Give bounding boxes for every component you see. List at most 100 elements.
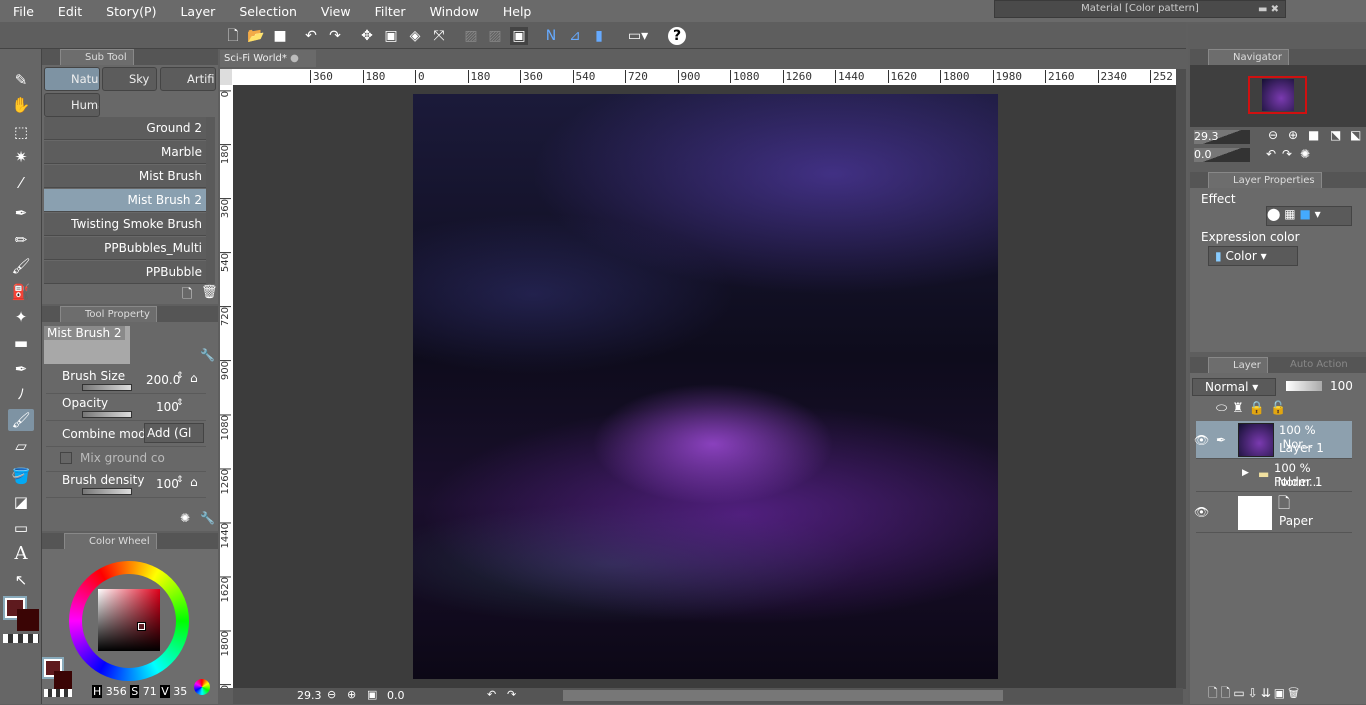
redo-icon[interactable]: ↷ <box>326 27 344 45</box>
brush-icon[interactable]: 🖌 <box>8 255 34 277</box>
menu-edit[interactable]: Edit <box>45 4 93 19</box>
color-space-icon[interactable] <box>194 679 210 695</box>
color-wheel-tab[interactable]: Color Wheel <box>64 533 157 549</box>
operation-icon[interactable]: ↖ <box>8 569 34 591</box>
sub-tool-tab[interactable]: Sub Tool <box>60 49 134 65</box>
deselect-icon[interactable]: ▨ <box>486 27 504 45</box>
mask-icon[interactable]: ▣ <box>1274 686 1288 700</box>
mix-ground-checkbox[interactable] <box>60 452 72 464</box>
layer-opacity-value[interactable]: 100 <box>1330 379 1353 393</box>
brush-item-selected[interactable]: Mist Brush 2 <box>44 189 206 212</box>
zoom-tool-icon[interactable]: ✎ <box>8 69 34 91</box>
layer-opacity-slider[interactable] <box>1286 381 1322 391</box>
lock-icon[interactable]: 🔒 <box>1249 401 1270 416</box>
menu-help[interactable]: Help <box>490 4 543 19</box>
pressure-icon[interactable]: ⌂ <box>190 475 198 489</box>
opacity-slider[interactable] <box>82 411 132 418</box>
reset-icon[interactable]: ✺ <box>180 511 190 525</box>
rotate-right-icon[interactable]: ↷ <box>1282 147 1292 161</box>
menu-view[interactable]: View <box>308 4 362 19</box>
flip-vertical-icon[interactable]: ⬕ <box>1350 128 1361 142</box>
decoration-icon[interactable]: ✦ <box>8 306 34 328</box>
navigator-viewport[interactable] <box>1248 76 1307 114</box>
layer-row-layer-1[interactable]: 👁 ✒ 100 % Nor... Layer 1 <box>1194 421 1352 459</box>
brush-density-slider[interactable] <box>82 488 132 495</box>
zoom-in-icon[interactable]: ⊕ <box>347 688 356 701</box>
new-vector-layer-icon[interactable]: 🗋 <box>1221 686 1234 700</box>
menu-filter[interactable]: Filter <box>362 4 417 19</box>
clip-icon[interactable]: ⬭ <box>1216 401 1232 416</box>
lock-transparency-icon[interactable]: 🔓 <box>1270 401 1291 416</box>
selection-tool-icon[interactable]: ⬚ <box>8 121 34 143</box>
new-folder-icon[interactable]: ▭ <box>1233 686 1247 700</box>
canvas-horizontal-scrollbar[interactable] <box>563 690 1003 701</box>
fill-bucket-icon[interactable]: 🪣 <box>8 465 34 487</box>
paint-brush-icon[interactable]: 🖌 <box>8 409 34 431</box>
merge-down-icon[interactable]: ⇊ <box>1261 686 1274 700</box>
zoom-in-icon[interactable]: ⊕ <box>1288 128 1298 142</box>
navigator-zoom-slider[interactable]: 29.3 <box>1194 130 1250 144</box>
color-picker-handle[interactable] <box>137 622 146 631</box>
layer-tab[interactable]: Layer <box>1208 357 1268 373</box>
eyedropper-icon[interactable]: ⁄ <box>8 172 34 194</box>
brush-item[interactable]: PPBubbles_Multi <box>44 237 206 260</box>
transparent-swatch[interactable] <box>44 689 72 697</box>
category-natural[interactable]: Natura <box>44 67 100 91</box>
category-sky[interactable]: Sky <box>102 67 157 91</box>
menu-file[interactable]: File <box>0 4 45 19</box>
canvas-vertical-scrollbar[interactable] <box>1176 69 1186 689</box>
blend-mode-dropdown[interactable]: Normal ▾ <box>1192 378 1276 396</box>
brush-item[interactable]: Ground 2 <box>44 117 206 140</box>
tool-property-tab[interactable]: Tool Property <box>60 306 157 322</box>
reset-rotation-icon[interactable]: ✺ <box>1300 147 1310 161</box>
pressure-icon[interactable]: ⌂ <box>190 371 198 385</box>
ruler-snap-icon[interactable]: N <box>542 27 560 45</box>
save-icon[interactable]: ■ <box>271 27 289 45</box>
brush-item[interactable]: Marble <box>44 141 206 164</box>
gradient-icon[interactable]: ◪ <box>8 491 34 513</box>
new-sub-tool-icon[interactable]: 🗋 <box>182 285 192 307</box>
auto-select-icon[interactable]: ✷ <box>8 146 34 168</box>
spinner-icon[interactable]: ⇕ <box>176 398 184 408</box>
saturation-value-square[interactable] <box>98 589 160 651</box>
effect-buttons[interactable]: ⬤ ▦ ■ ▾ <box>1266 206 1352 226</box>
layer-row-folder-1[interactable]: ▶ ▬ 100 % Norm... Folder 1 <box>1196 460 1352 492</box>
transform-icon[interactable]: ✥ <box>358 27 376 45</box>
help-icon[interactable]: ? <box>668 27 686 45</box>
delete-layer-icon[interactable]: 🗑 <box>1288 686 1302 700</box>
brush-item[interactable]: Mist Brush <box>44 165 206 188</box>
border-effect-icon[interactable]: ⬤ <box>1267 207 1280 221</box>
expression-color-dropdown[interactable]: ▮ Color ▾ <box>1208 246 1298 266</box>
sub-color-swatch[interactable] <box>54 671 72 689</box>
sub-tool-scrollbar[interactable] <box>206 117 215 284</box>
document-tab[interactable]: Sci-Fi World* ● <box>220 50 316 67</box>
pencil-icon[interactable]: ✏ <box>8 229 34 251</box>
sub-color-swatch[interactable] <box>17 609 39 631</box>
flip-horizontal-icon[interactable]: ⬔ <box>1330 128 1341 142</box>
settings-wrench-icon[interactable]: 🔧 <box>200 348 215 362</box>
expand-arrow-icon[interactable]: ▶ <box>1242 468 1249 478</box>
scale-icon[interactable]: ⤧ <box>430 27 448 45</box>
brush-size-slider[interactable] <box>82 384 132 391</box>
menu-window[interactable]: Window <box>417 4 490 19</box>
fit-screen-icon[interactable]: ■ <box>1308 128 1319 142</box>
layer-row-paper[interactable]: 👁 🗋 Paper <box>1194 493 1352 533</box>
navigator-tab[interactable]: Navigator <box>1208 49 1289 65</box>
category-artificial[interactable]: Artifici <box>160 67 216 91</box>
visibility-eye-icon[interactable]: 👁 <box>1194 505 1209 519</box>
new-icon[interactable]: 🗋 <box>224 27 242 45</box>
zoom-out-icon[interactable]: ⊖ <box>1268 128 1278 142</box>
tool-settings-icon[interactable]: 🔧 <box>200 511 215 525</box>
ink-pen-icon[interactable]: ✒ <box>8 358 34 380</box>
tone-icon[interactable]: ▦ <box>1284 207 1295 221</box>
airbrush-icon[interactable]: ⛽ <box>8 281 34 303</box>
status-rotation[interactable]: 0.0 <box>387 689 405 702</box>
brush-item[interactable]: PPBubble <box>44 261 206 284</box>
transparent-color-swatch[interactable] <box>3 634 39 643</box>
brush-item[interactable]: Twisting Smoke Brush <box>44 213 206 236</box>
crop-icon[interactable]: ▨ <box>462 27 480 45</box>
eraser-icon[interactable]: ▱ <box>8 435 34 457</box>
canvas-artwork[interactable] <box>413 94 998 679</box>
rotate-left-icon[interactable]: ↶ <box>1266 147 1276 161</box>
category-human[interactable]: Huma <box>44 93 100 117</box>
